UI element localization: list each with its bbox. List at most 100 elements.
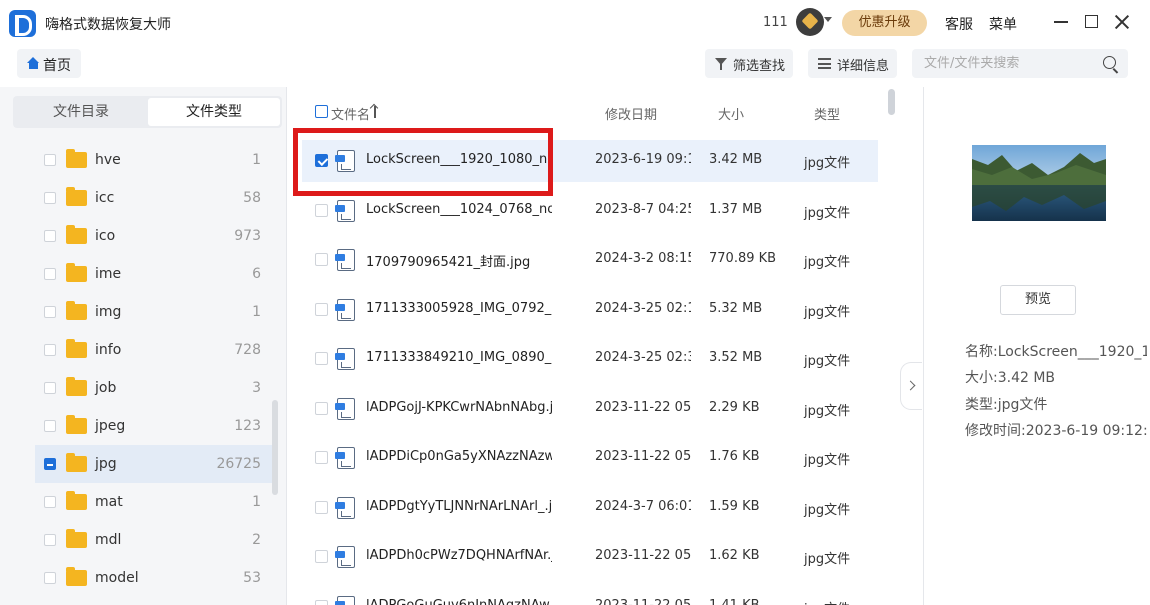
file-row[interactable]: lADPDgtYyTLJNNrNArLNArl_.jpg 2024-3-7 06:… <box>302 487 878 529</box>
folder-item-mdl[interactable]: mdl 2 <box>35 521 272 559</box>
file-type: jpg文件 <box>804 403 851 419</box>
folder-list: hve 1 icc 58 ico 973 ime 6 img 1 info 728 job 3 jpeg 12… <box>0 141 287 605</box>
folder-item-ime[interactable]: ime 6 <box>35 255 272 293</box>
folder-count: 1 <box>252 304 261 320</box>
search-input[interactable] <box>924 53 1094 74</box>
folder-checkbox[interactable] <box>44 192 56 204</box>
file-row[interactable]: lADPGojJ-KPKCwrNAbnNAbg.jpg 2023-11-22 05… <box>302 388 878 430</box>
column-header-type[interactable]: 类型 <box>814 104 840 123</box>
folder-item-mat[interactable]: mat 1 <box>35 483 272 521</box>
file-row[interactable]: lADPGoGuGuv6nInNAgzNAw.jpg 2023-11-22 05:… <box>302 586 878 605</box>
file-checkbox[interactable] <box>315 550 328 563</box>
close-icon[interactable] <box>1113 13 1131 31</box>
folder-checkbox[interactable] <box>44 458 56 470</box>
folder-count: 3 <box>252 380 261 396</box>
image-file-icon <box>335 249 355 271</box>
file-size: 3.42 MB <box>709 152 763 167</box>
folder-checkbox[interactable] <box>44 496 56 508</box>
home-button[interactable]: 首页 <box>17 49 81 78</box>
image-file-icon <box>335 447 355 469</box>
detail-info-button[interactable]: 详细信息 <box>808 49 897 78</box>
detail-modified-time: 修改时间:2023-6-19 09:12:53 <box>965 423 1147 439</box>
file-modified-date: 2024-3-2 08:15:22 <box>595 251 691 266</box>
upgrade-button[interactable]: 优惠升级 <box>842 10 927 36</box>
file-checkbox[interactable] <box>315 500 328 514</box>
toolbar: 首页 筛选查找 详细信息 <box>0 46 1150 86</box>
folder-item-jpeg[interactable]: jpeg 123 <box>35 407 272 445</box>
column-header-name[interactable]: 文件名 <box>331 104 370 123</box>
file-checkbox[interactable] <box>315 599 328 605</box>
vip-badge-icon[interactable] <box>796 8 824 36</box>
filter-search-button[interactable]: 筛选查找 <box>705 49 793 78</box>
column-header-size[interactable]: 大小 <box>718 104 744 123</box>
folder-item-jpg[interactable]: jpg 26725 <box>35 445 272 483</box>
file-row[interactable]: 1709790965421_封面.jpg 2024-3-2 08:15:22 770… <box>302 239 878 281</box>
tab-file-directory[interactable]: 文件目录 <box>15 98 147 126</box>
file-row[interactable]: lADPDiCp0nGa5yXNAzzNAzw.jpg 2023-11-22 05… <box>302 437 878 479</box>
file-name: lADPDh0cPWz7DQHNArfNAr.jpg <box>366 548 552 563</box>
file-checkbox[interactable] <box>315 401 328 415</box>
left-scrollbar[interactable] <box>272 400 278 495</box>
folder-count: 53 <box>243 570 261 586</box>
file-row[interactable]: lADPDh0cPWz7DQHNArfNAr.jpg 2023-11-22 05:… <box>302 536 878 578</box>
folder-checkbox[interactable] <box>44 420 56 432</box>
folder-checkbox[interactable] <box>44 230 56 242</box>
list-icon <box>818 58 831 69</box>
folder-name: icc <box>95 190 115 206</box>
file-row[interactable]: 1711333005928_IMG_0792_.jpg 2024-3-25 02:… <box>302 289 878 331</box>
file-type: jpg文件 <box>804 354 851 369</box>
file-size: 1.59 KB <box>709 498 760 514</box>
file-type: jpg文件 <box>804 205 851 221</box>
minimize-icon[interactable] <box>1054 21 1068 23</box>
folder-checkbox[interactable] <box>44 154 56 166</box>
folder-icon <box>66 263 87 282</box>
file-checkbox[interactable] <box>315 253 328 266</box>
tab-file-type[interactable]: 文件类型 <box>148 98 280 126</box>
view-tabs: 文件目录 文件类型 <box>13 96 282 128</box>
file-checkbox[interactable] <box>315 352 328 365</box>
folder-name: jpg <box>95 456 117 472</box>
file-checkbox[interactable] <box>315 451 328 464</box>
search-icon[interactable] <box>1103 56 1116 69</box>
image-file-icon <box>335 595 355 605</box>
account-count: 111 <box>763 15 788 30</box>
preview-button[interactable]: 预览 <box>1000 285 1076 315</box>
folder-item-ico[interactable]: ico 973 <box>35 217 272 255</box>
left-panel: 文件目录 文件类型 hve 1 icc 58 ico 973 ime 6 img 1 info 728… <box>0 87 287 605</box>
file-name: lADPDiCp0nGa5yXNAzzNAzw.jpg <box>366 449 552 464</box>
folder-item-hve[interactable]: hve 1 <box>35 141 272 179</box>
file-size: 5.32 MB <box>709 300 763 316</box>
file-modified-date: 2023-11-22 05:12:33 <box>595 548 691 563</box>
sort-up-icon[interactable] <box>374 106 376 118</box>
collapse-panel-handle[interactable] <box>900 362 922 410</box>
customer-service-button[interactable]: 客服 <box>945 14 973 34</box>
folder-checkbox[interactable] <box>44 344 56 356</box>
folder-item-info[interactable]: info 728 <box>35 331 272 369</box>
folder-checkbox[interactable] <box>44 534 56 546</box>
folder-name: img <box>95 304 122 320</box>
file-checkbox[interactable] <box>315 302 328 316</box>
folder-item-icc[interactable]: icc 58 <box>35 179 272 217</box>
folder-checkbox[interactable] <box>44 572 56 584</box>
folder-item-job[interactable]: job 3 <box>35 369 272 407</box>
folder-icon <box>66 567 87 586</box>
folder-checkbox[interactable] <box>44 382 56 394</box>
chevron-down-icon[interactable] <box>824 17 832 22</box>
folder-icon <box>66 529 87 548</box>
image-file-icon <box>335 298 355 321</box>
menu-button[interactable]: 菜单 <box>989 14 1017 34</box>
folder-item-img[interactable]: img 1 <box>35 293 272 331</box>
folder-name: job <box>95 380 117 396</box>
folder-checkbox[interactable] <box>44 306 56 318</box>
folder-checkbox[interactable] <box>44 268 56 280</box>
folder-name: hve <box>95 152 121 168</box>
maximize-icon[interactable] <box>1085 15 1098 28</box>
select-all-checkbox[interactable] <box>315 105 328 118</box>
column-header-date[interactable]: 修改日期 <box>605 104 657 123</box>
folder-item-model[interactable]: model 53 <box>35 559 272 597</box>
file-row[interactable]: 1711333849210_IMG_0890_.jpg 2024-3-25 02:… <box>302 338 878 380</box>
file-type: jpg文件 <box>804 598 850 605</box>
file-type: jpg文件 <box>804 304 851 320</box>
file-checkbox[interactable] <box>315 203 328 217</box>
main-scrollbar[interactable] <box>888 89 895 115</box>
